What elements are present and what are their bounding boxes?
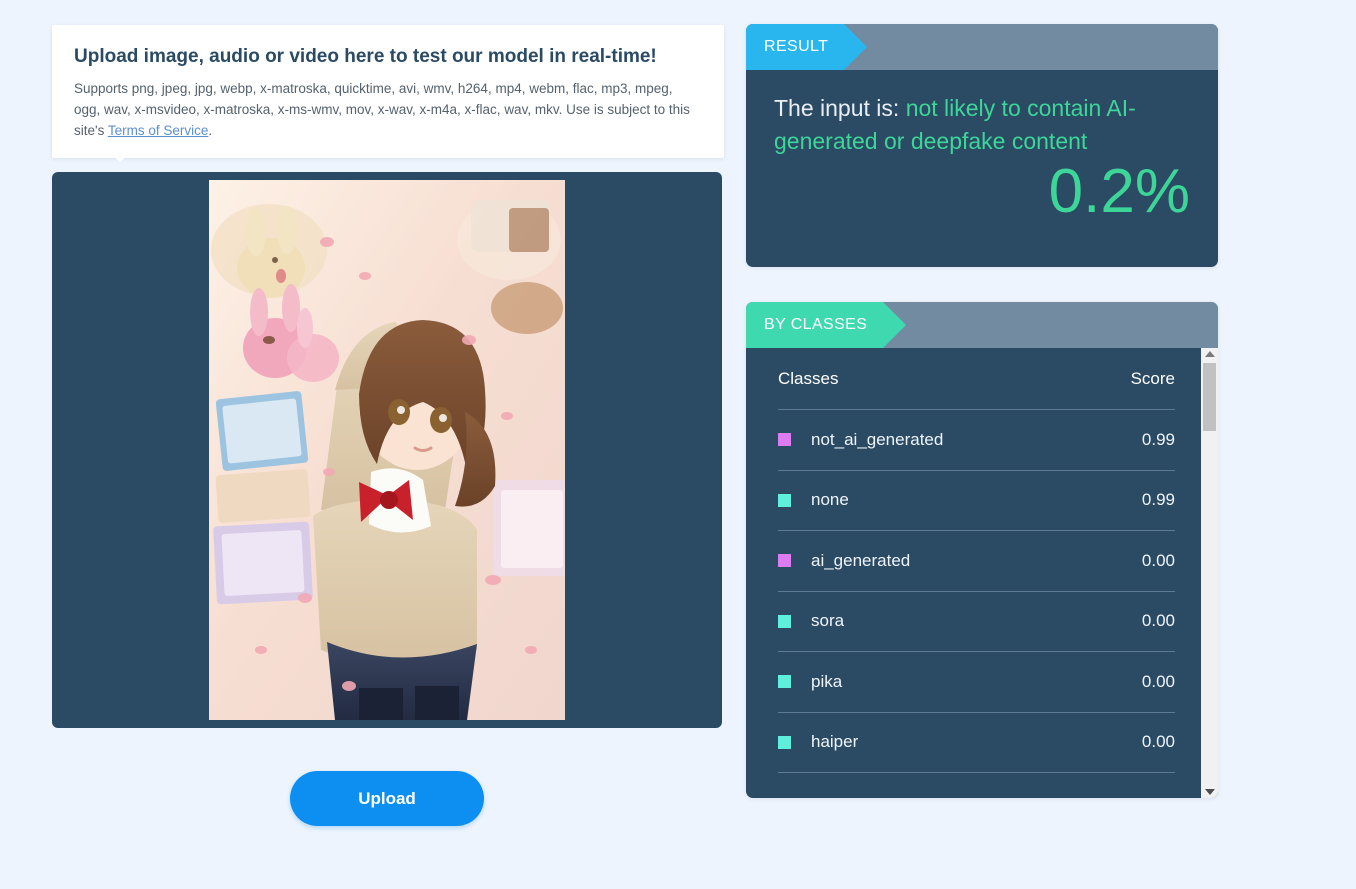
classes-scrollbar[interactable]	[1201, 348, 1218, 798]
class-label: haiper	[811, 732, 859, 752]
by-classes-header-tag: BY CLASSES	[746, 302, 907, 348]
scroll-down-arrow-icon[interactable]	[1204, 789, 1215, 795]
class-row: ai_generated 0.00	[778, 531, 1175, 592]
class-row: pika 0.00	[778, 652, 1175, 713]
class-label: pika	[811, 671, 843, 691]
upload-instructions-tooltip: Upload image, audio or video here to tes…	[52, 25, 724, 158]
uploaded-image-preview	[209, 180, 565, 720]
result-statement: The input is: not likely to contain AI-g…	[774, 92, 1190, 157]
class-row: sora 0.00	[778, 592, 1175, 652]
column-header-score: Score	[1130, 368, 1175, 388]
class-row: none 0.99	[778, 471, 1175, 531]
upload-instructions-title: Upload image, audio or video here to tes…	[74, 46, 657, 67]
class-score-value: 0.00	[1141, 611, 1175, 631]
result-card-body: The input is: not likely to contain AI-g…	[746, 70, 1218, 242]
tooltip-pointer-icon	[100, 145, 140, 162]
upload-button[interactable]: Upload	[290, 771, 484, 826]
class-score-value: 0.00	[1141, 550, 1175, 570]
scrollbar-track[interactable]	[1201, 357, 1218, 789]
classes-table-rows: not_ai_generated 0.99 none 0.99 ai_generated…	[778, 410, 1175, 773]
result-prefix: The input is:	[774, 95, 906, 121]
by-classes-card-header: BY CLASSES	[746, 302, 1218, 348]
terms-of-service-link[interactable]: Terms of Service	[108, 123, 209, 138]
result-card: RESULT The input is: not likely to conta…	[746, 24, 1218, 267]
class-row: haiper 0.00	[778, 713, 1175, 773]
class-label: not_ai_generated	[811, 429, 944, 449]
app-root: Upload image, audio or video here to tes…	[0, 0, 1356, 889]
class-color-swatch-icon	[778, 433, 791, 447]
class-row: not_ai_generated 0.99	[778, 410, 1175, 471]
result-header-tag: RESULT	[746, 24, 868, 70]
classes-scroll-area[interactable]: Classes Score not_ai_generated 0.99 none 0.…	[746, 348, 1201, 798]
class-color-swatch-icon	[778, 554, 791, 568]
result-card-header: RESULT	[746, 24, 1218, 70]
scrollbar-thumb[interactable]	[1203, 363, 1216, 431]
class-score-value: 0.99	[1141, 490, 1175, 510]
supported-formats-period: .	[208, 122, 213, 138]
class-label: ai_generated	[811, 550, 911, 570]
class-label: none	[811, 490, 849, 510]
classes-table-header: Classes Score	[778, 348, 1175, 410]
supported-formats-text: Supports png, jpeg, jpg, webp, x-matrosk…	[74, 79, 702, 142]
class-label: sora	[811, 611, 845, 631]
image-preview-panel[interactable]	[52, 172, 722, 728]
result-score-percentage: 0.2%	[1048, 157, 1190, 227]
class-color-swatch-icon	[778, 735, 791, 749]
class-color-swatch-icon	[778, 675, 791, 689]
class-color-swatch-icon	[778, 614, 791, 628]
class-score-value: 0.99	[1141, 429, 1175, 449]
by-classes-card: BY CLASSES Classes Score not_ai_generate…	[746, 302, 1218, 798]
by-classes-body: Classes Score not_ai_generated 0.99 none 0.…	[746, 348, 1218, 798]
class-score-value: 0.00	[1141, 671, 1175, 691]
class-color-swatch-icon	[778, 493, 791, 507]
column-header-classes: Classes	[778, 368, 839, 388]
class-score-value: 0.00	[1141, 732, 1175, 752]
